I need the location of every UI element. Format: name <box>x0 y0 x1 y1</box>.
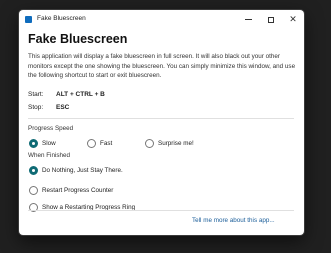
description-text: This application will display a fake blu… <box>28 53 296 80</box>
divider <box>28 118 294 119</box>
window-title: Fake Bluescreen <box>37 15 86 22</box>
close-button[interactable]: ✕ <box>282 10 304 29</box>
start-shortcut: ALT + CTRL + B <box>56 91 105 98</box>
about-link[interactable]: Tell me more about this app... <box>192 217 275 224</box>
close-icon: ✕ <box>289 14 297 24</box>
app-icon <box>25 16 32 23</box>
maximize-icon <box>268 16 274 23</box>
radio-selected-icon[interactable] <box>29 166 38 175</box>
maximize-button[interactable] <box>260 10 282 29</box>
title-bar[interactable]: Fake Bluescreen ✕ <box>19 10 304 29</box>
radio-unselected-icon[interactable] <box>145 139 154 148</box>
radio-unselected-icon[interactable] <box>87 139 96 148</box>
radio-speed-surprise[interactable]: Surprise me! <box>145 139 194 148</box>
minimize-button[interactable] <box>237 10 259 29</box>
radio-speed-slow[interactable]: Slow <box>29 139 56 148</box>
stop-label: Stop: <box>28 104 44 111</box>
divider <box>28 210 294 211</box>
radio-finish-restart-counter[interactable]: Restart Progress Counter <box>29 186 113 195</box>
radio-unselected-icon[interactable] <box>29 186 38 195</box>
radio-label[interactable]: Fast <box>100 140 112 147</box>
radio-finish-do-nothing[interactable]: Do Nothing, Just Stay There. <box>29 166 123 175</box>
minimize-icon <box>244 19 252 20</box>
radio-label[interactable]: Restart Progress Counter <box>42 187 113 194</box>
stop-shortcut: ESC <box>56 104 70 111</box>
radio-label[interactable]: Slow <box>42 140 56 147</box>
start-label: Start: <box>28 91 44 98</box>
progress-speed-label: Progress Speed <box>28 125 74 132</box>
radio-label[interactable]: Do Nothing, Just Stay There. <box>42 167 123 174</box>
when-finished-label: When Finished <box>28 152 70 159</box>
radio-label[interactable]: Surprise me! <box>158 140 194 147</box>
radio-selected-icon[interactable] <box>29 139 38 148</box>
app-window: Fake Bluescreen ✕ Fake Bluescreen This a… <box>19 10 304 235</box>
radio-speed-fast[interactable]: Fast <box>87 139 112 148</box>
page-title: Fake Bluescreen <box>28 32 128 46</box>
